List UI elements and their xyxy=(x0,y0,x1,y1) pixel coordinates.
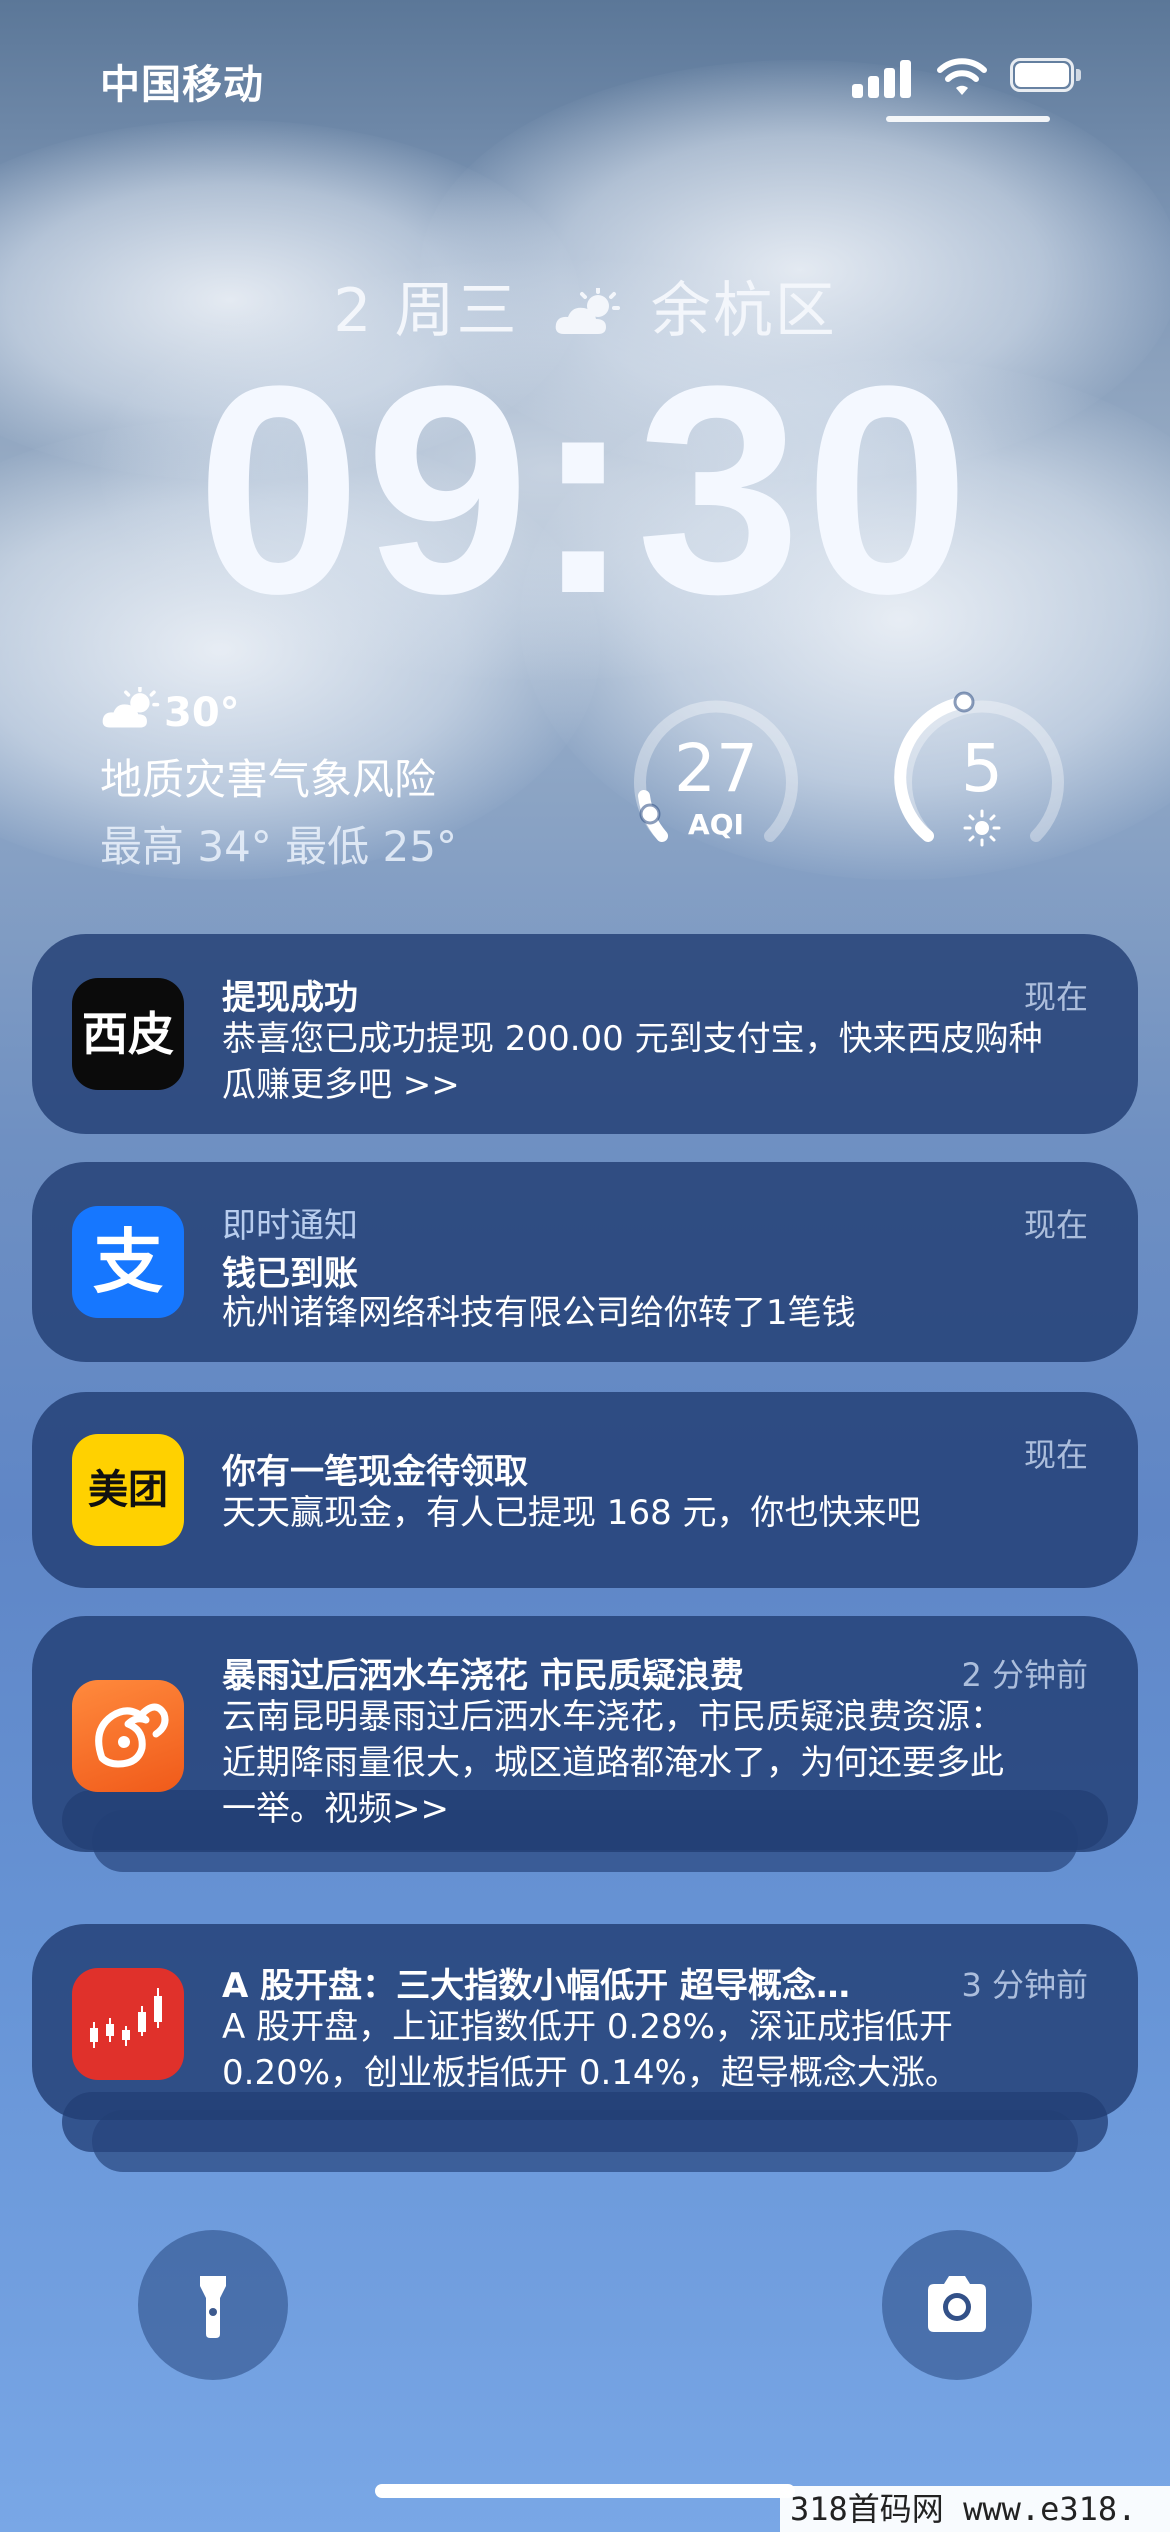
notification-stocks[interactable]: A 股开盘：三大指数小幅低开 超导概念… 3 分钟前 A 股开盘，上证指数低开 … xyxy=(32,1924,1138,2120)
aqi-widget[interactable]: 27 AQI xyxy=(626,686,806,866)
lock-screen: 中国移动 2 周三 余杭区 09:30 30° 地质灾害气象风险 最高 34° … xyxy=(0,0,1170,2532)
watermark-text: 318首码网 www.e318. xyxy=(780,2486,1170,2532)
flashlight-icon xyxy=(200,2276,226,2338)
notification-time: 现在 xyxy=(1023,978,1088,1016)
current-temperature: 30° xyxy=(164,690,240,736)
notification-body: 杭州诸锋网络科技有限公司给你转了1笔钱 xyxy=(222,1293,856,1333)
notification-alipay[interactable]: 支 即时通知 现在 钱已到账 杭州诸锋网络科技有限公司给你转了1笔钱 xyxy=(32,1162,1138,1362)
temperature-range: 最高 34° 最低 25° xyxy=(100,822,457,871)
notification-body: A 股开盘，上证指数低开 0.28%，深证成指低开 0.20%，创业板指低开 0… xyxy=(222,2007,959,2093)
squirrel-logo-icon xyxy=(72,1680,184,1792)
camera-icon xyxy=(928,2276,986,2332)
aqi-label: AQI xyxy=(688,808,744,841)
notification-xipi[interactable]: 西皮 提现成功 现在 恭喜您已成功提现 200.00 元到支付宝，快来西皮购种 … xyxy=(32,934,1138,1134)
notification-title: 暴雨过后洒水车浇花 市民质疑浪费 xyxy=(222,1656,744,1696)
xipi-app-icon: 西皮 xyxy=(72,978,184,1090)
cellular-signal-icon xyxy=(852,58,914,98)
alipay-app-icon: 支 xyxy=(72,1206,184,1318)
notification-time: 3 分钟前 xyxy=(961,1966,1088,2004)
notification-category: 即时通知 xyxy=(222,1206,358,1246)
weather-widget[interactable]: 30° 地质灾害气象风险 最高 34° 最低 25° xyxy=(100,685,540,874)
uv-widget[interactable]: 5 xyxy=(892,686,1072,866)
carrier-name: 中国移动 xyxy=(100,62,264,108)
notification-title: A 股开盘：三大指数小幅低开 超导概念… xyxy=(222,1966,850,2006)
status-bar: 中国移动 xyxy=(0,0,1170,150)
partly-sunny-icon xyxy=(100,685,164,731)
wifi-icon xyxy=(936,54,988,98)
notification-time: 2 分钟前 xyxy=(961,1656,1088,1694)
lock-screen-clock: 09:30 xyxy=(196,324,974,655)
camera-button[interactable] xyxy=(882,2230,1032,2380)
candlestick-chart-icon xyxy=(72,1968,184,2080)
notification-title: 提现成功 xyxy=(222,978,358,1018)
home-indicator[interactable] xyxy=(375,2484,795,2498)
flashlight-button[interactable] xyxy=(138,2230,288,2380)
notification-body: 云南昆明暴雨过后洒水车浇花，市民质疑浪费资源： 近期降雨量很大，城区道路都淹水了… xyxy=(222,1697,1004,1829)
meituan-app-icon: 美团 xyxy=(72,1434,184,1546)
notification-title: 你有一笔现金待领取 xyxy=(222,1452,528,1492)
notification-uc-news[interactable]: 暴雨过后洒水车浇花 市民质疑浪费 2 分钟前 云南昆明暴雨过后洒水车浇花，市民质… xyxy=(32,1616,1138,1852)
notification-time: 现在 xyxy=(1023,1206,1088,1244)
battery-icon xyxy=(1010,58,1086,96)
uv-value: 5 xyxy=(961,730,1003,807)
notification-time: 现在 xyxy=(1023,1436,1088,1474)
aqi-value: 27 xyxy=(674,730,758,807)
control-center-indicator[interactable] xyxy=(886,116,1050,122)
notification-body: 天天赢现金，有人已提现 168 元，你也快来吧 xyxy=(222,1493,921,1533)
notification-title: 钱已到账 xyxy=(222,1254,358,1294)
notification-body: 恭喜您已成功提现 200.00 元到支付宝，快来西皮购种 瓜赚更多吧 >> xyxy=(222,1019,1043,1105)
sun-icon xyxy=(892,808,1072,855)
weather-alert: 地质灾害气象风险 xyxy=(100,755,437,804)
notification-meituan[interactable]: 美团 你有一笔现金待领取 现在 天天赢现金，有人已提现 168 元，你也快来吧 xyxy=(32,1392,1138,1588)
